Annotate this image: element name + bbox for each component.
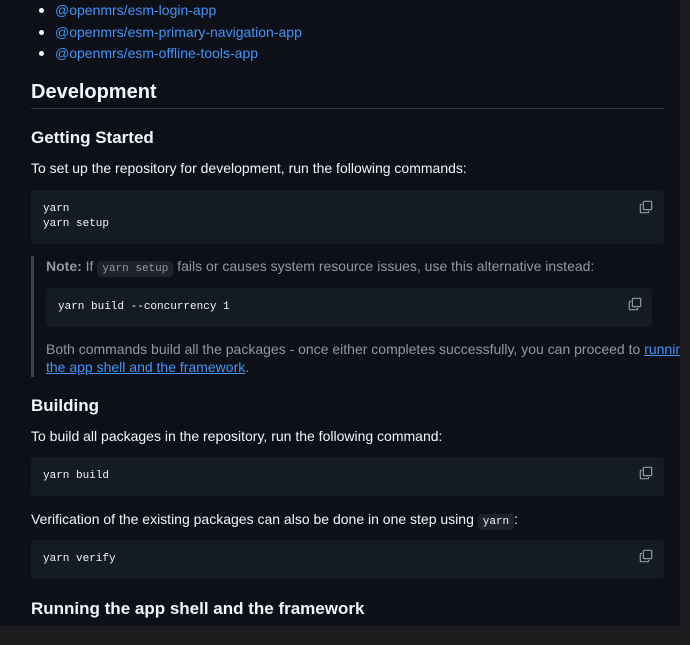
building-intro: To build all packages in the repository,… xyxy=(31,428,443,444)
code-text: yarn build --concurrency 1 xyxy=(58,301,230,313)
verify-text: Verification of the existing packages ca… xyxy=(31,511,474,527)
heading-getting-started: Getting Started xyxy=(31,128,154,147)
copy-icon[interactable] xyxy=(628,297,642,311)
note-follow-line2: the app shell and the framework. xyxy=(46,357,249,378)
list-item: @openmrs/esm-offline-tools-app xyxy=(38,43,258,63)
inline-code-yarn: yarn xyxy=(477,514,515,530)
heading-divider xyxy=(31,108,664,109)
heading-building: Building xyxy=(31,396,99,415)
running-link-part2[interactable]: the app shell and the framework xyxy=(46,359,245,375)
note-post: fails or causes system resource issues, … xyxy=(177,258,595,274)
code-block-verify: yarn verify xyxy=(31,540,664,579)
code-text: yarn build xyxy=(43,470,110,482)
verify-end: : xyxy=(514,511,519,527)
note-follow-text: Both commands build all the packages - o… xyxy=(46,341,641,357)
package-link-login[interactable]: @openmrs/esm-login-app xyxy=(55,2,216,18)
package-link-offline-tools[interactable]: @openmrs/esm-offline-tools-app xyxy=(55,45,258,61)
note-label: Note: xyxy=(46,258,82,274)
note-line: Note: If yarn setup fails or causes syst… xyxy=(46,256,594,280)
code-block-setup: yarn yarn setup xyxy=(31,190,664,244)
heading-running: Running the app shell and the framework xyxy=(31,599,365,618)
note-blockquote: Note: If yarn setup fails or causes syst… xyxy=(31,256,680,378)
code-text: yarn verify xyxy=(43,553,116,565)
code-block-concurrency: yarn build --concurrency 1 xyxy=(46,288,652,327)
copy-icon[interactable] xyxy=(639,200,653,214)
note-pre: If xyxy=(85,258,94,274)
list-item: @openmrs/esm-login-app xyxy=(38,0,216,20)
copy-icon[interactable] xyxy=(639,466,653,480)
code-block-build: yarn build xyxy=(31,457,664,496)
copy-icon[interactable] xyxy=(639,549,653,563)
code-text: yarn yarn setup xyxy=(43,203,110,230)
readme-page: @openmrs/esm-login-app @openmrs/esm-prim… xyxy=(0,0,680,626)
window-bottom-edge xyxy=(0,626,690,645)
list-item: @openmrs/esm-primary-navigation-app xyxy=(39,22,302,42)
scrollbar[interactable] xyxy=(680,0,690,626)
heading-development: Development xyxy=(31,81,157,103)
note-end: . xyxy=(245,359,250,375)
verify-line: Verification of the existing packages ca… xyxy=(31,509,518,533)
inline-code-yarn-setup: yarn setup xyxy=(97,261,174,277)
running-link-part1[interactable]: running xyxy=(644,341,680,357)
package-link-primary-navigation[interactable]: @openmrs/esm-primary-navigation-app xyxy=(55,24,302,40)
getting-started-intro: To set up the repository for development… xyxy=(31,160,467,176)
